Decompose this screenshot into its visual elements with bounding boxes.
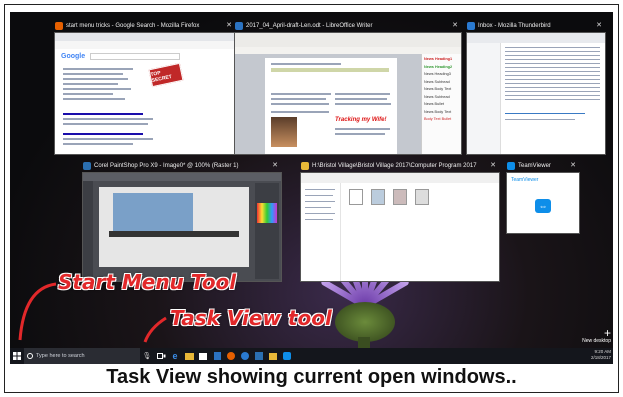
photo-thumbnail <box>271 117 297 147</box>
close-icon[interactable]: ✕ <box>487 160 499 172</box>
styles-sidebar: News Heading1 News Heading2 News Heading… <box>421 54 461 154</box>
clock-date: 2/18/2017 <box>590 355 611 360</box>
window-title: 2017_04_April-draft-Len.odt - LibreOffic… <box>246 23 373 29</box>
teamviewer-taskbar-icon[interactable] <box>280 348 294 364</box>
window-writer[interactable]: 2017_04_April-draft-Len.odt - LibreOffic… <box>234 22 462 155</box>
teamviewer-icon <box>507 162 515 170</box>
close-icon[interactable]: ✕ <box>449 20 461 32</box>
task-view-button[interactable] <box>154 348 168 364</box>
window-title: H:\Bristol Village\Bristol Village 2017\… <box>312 163 477 169</box>
annotation-start-menu: Start Menu Tool <box>58 270 236 294</box>
file-thumbnail[interactable] <box>371 189 385 205</box>
close-icon[interactable]: ✕ <box>593 20 605 32</box>
highlight-text: Tracking my Wife! <box>335 117 387 123</box>
paintshop-icon <box>83 162 91 170</box>
style-item[interactable]: News Subhead <box>424 94 459 102</box>
caption: Task View showing current open windows.. <box>106 366 517 388</box>
writer-taskbar-icon[interactable] <box>210 348 224 364</box>
style-item[interactable]: News Heading3 <box>424 71 459 79</box>
style-item[interactable]: News Bullet <box>424 101 459 109</box>
close-icon[interactable]: ✕ <box>223 20 235 32</box>
window-title: Inbox - Mozilla Thunderbird <box>478 23 551 29</box>
window-thunderbird[interactable]: Inbox - Mozilla Thunderbird ✕ <box>466 22 606 155</box>
firefox-taskbar-icon[interactable] <box>224 348 238 364</box>
cortana-icon <box>27 353 33 359</box>
file-explorer-icon[interactable] <box>182 348 196 364</box>
annotation-task-view: Task View tool <box>170 306 332 330</box>
style-item[interactable]: News Body Text <box>424 86 459 94</box>
style-item[interactable]: News Subhead <box>424 79 459 87</box>
new-desktop-label: New desktop <box>582 338 611 344</box>
windows-logo-icon <box>13 352 21 360</box>
search-placeholder: Type here to search <box>36 353 85 359</box>
system-tray[interactable]: 9:20 AM 2/18/2017 <box>591 349 611 361</box>
new-desktop-button[interactable]: + New desktop <box>582 326 611 344</box>
google-logo: Google <box>61 53 86 60</box>
annotation-start-menu-text: Start Menu Tool <box>58 270 237 294</box>
teamviewer-label: TeamViewer <box>511 177 539 183</box>
style-item[interactable]: News Heading1 <box>424 56 459 64</box>
microphone-icon[interactable]: 🎙 <box>140 348 154 364</box>
window-teamviewer[interactable]: TeamViewer ✕ TeamViewer ⇔ <box>506 162 580 234</box>
taskbar: Type here to search 🎙 e 9:20 AM 2/18/201… <box>10 348 613 364</box>
window-paintshop[interactable]: Corel PaintShop Pro X9 - Image0* @ 100% … <box>82 162 282 282</box>
window-title: start menu tricks - Google Search - Mozi… <box>66 23 200 29</box>
firefox-icon <box>55 22 63 30</box>
start-button[interactable] <box>10 348 24 364</box>
file-thumbnail[interactable] <box>415 189 429 205</box>
plus-icon: + <box>603 326 611 340</box>
style-item[interactable]: News Heading2 <box>424 64 459 72</box>
palette-swatches[interactable] <box>257 203 277 223</box>
style-item[interactable]: Body Text Bullet <box>424 116 459 124</box>
close-icon[interactable]: ✕ <box>567 160 579 172</box>
window-file-explorer[interactable]: H:\Bristol Village\Bristol Village 2017\… <box>300 162 500 282</box>
window-title: Corel PaintShop Pro X9 - Image0* @ 100% … <box>94 163 239 169</box>
annotation-task-view-text: Task View tool <box>170 306 332 330</box>
close-icon[interactable]: ✕ <box>269 160 281 172</box>
store-icon[interactable] <box>196 348 210 364</box>
writer-icon <box>235 22 243 30</box>
paintshop-taskbar-icon[interactable] <box>252 348 266 364</box>
teamviewer-logo-icon: ⇔ <box>535 199 551 213</box>
top-secret-badge: TOP SECRET <box>148 62 184 88</box>
desktop-task-view: start menu tricks - Google Search - Mozi… <box>10 12 613 364</box>
folder-taskbar-icon[interactable] <box>266 348 280 364</box>
window-title: TeamViewer <box>518 163 551 169</box>
style-item[interactable]: News Body Text <box>424 109 459 117</box>
taskbar-search-box[interactable]: Type here to search <box>24 348 140 364</box>
thunderbird-taskbar-icon[interactable] <box>238 348 252 364</box>
edge-icon[interactable]: e <box>168 348 182 364</box>
task-view-icon <box>156 353 165 359</box>
thunderbird-icon <box>467 22 475 30</box>
file-thumbnail[interactable] <box>349 189 363 205</box>
window-firefox[interactable]: start menu tricks - Google Search - Mozi… <box>54 22 236 155</box>
folder-icon <box>301 162 309 170</box>
file-thumbnail[interactable] <box>393 189 407 205</box>
